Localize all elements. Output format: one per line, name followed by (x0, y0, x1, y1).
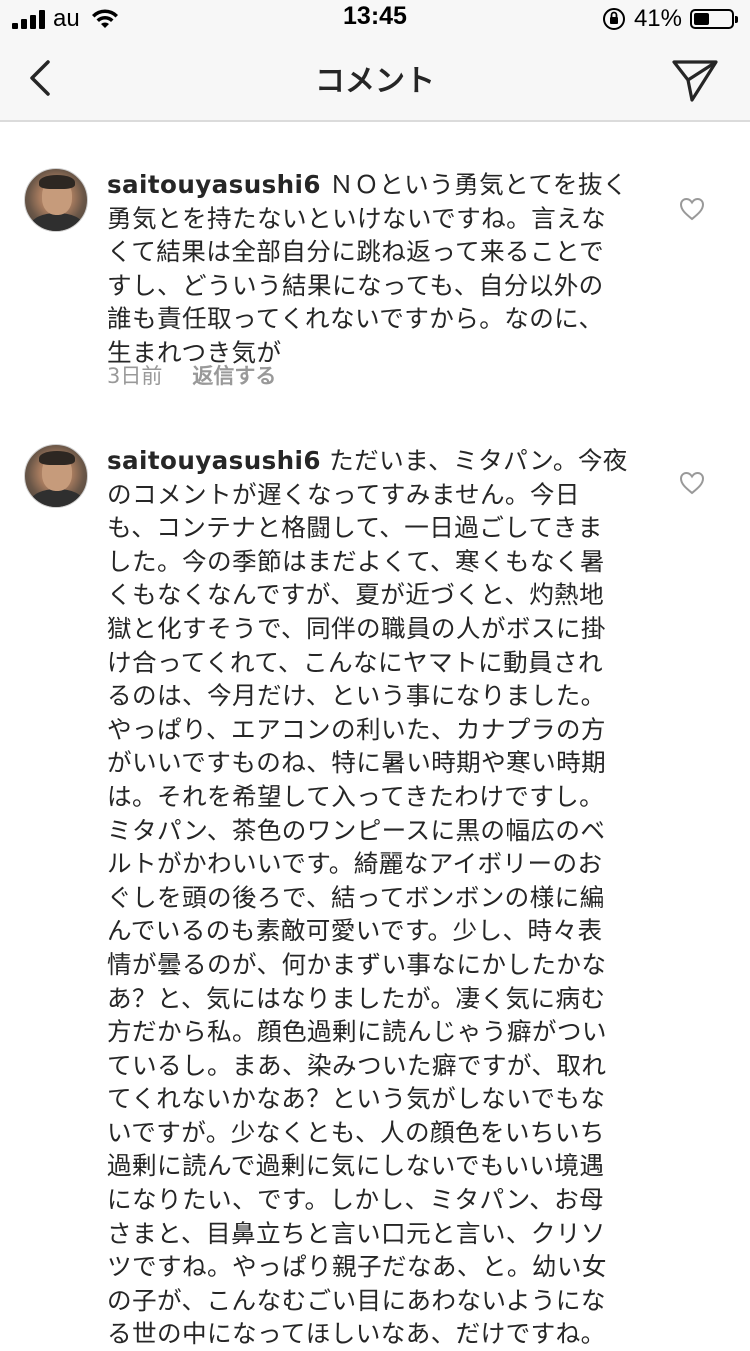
battery-percent: 41% (633, 5, 682, 32)
comment-meta: 3日前 返信する (107, 360, 276, 390)
avatar[interactable] (24, 444, 88, 508)
page-title: コメント (315, 64, 435, 99)
heart-icon[interactable] (678, 196, 706, 222)
reply-button[interactable]: 返信する (192, 360, 276, 390)
comment-username[interactable]: saitouyasushi6 (107, 446, 321, 475)
battery-icon (690, 9, 738, 29)
comment-text: saitouyasushi6 ＮＯという勇気とてを抜く 勇気とを持たないといけな… (107, 170, 628, 367)
comment-item: saitouyasushi6 ＮＯという勇気とてを抜く 勇気とを持たないといけな… (0, 120, 750, 420)
comment-time: 3日前 (107, 364, 163, 388)
status-right: 41% (602, 5, 738, 32)
status-bar: au 13:45 41% (0, 0, 750, 40)
comment-text: saitouyasushi6 ただいま、ミタパン。今夜 のコメントが遅くなってす… (107, 446, 628, 1349)
orientation-lock-icon (602, 8, 625, 30)
comment-item: saitouyasushi6 ただいま、ミタパン。今夜 のコメントが遅くなってす… (0, 420, 750, 1348)
comment-username[interactable]: saitouyasushi6 (107, 170, 321, 199)
nav-bar: コメント (0, 40, 750, 122)
battery-level (694, 13, 709, 25)
avatar[interactable] (24, 168, 88, 232)
send-icon[interactable] (670, 54, 720, 104)
heart-icon[interactable] (678, 470, 706, 496)
